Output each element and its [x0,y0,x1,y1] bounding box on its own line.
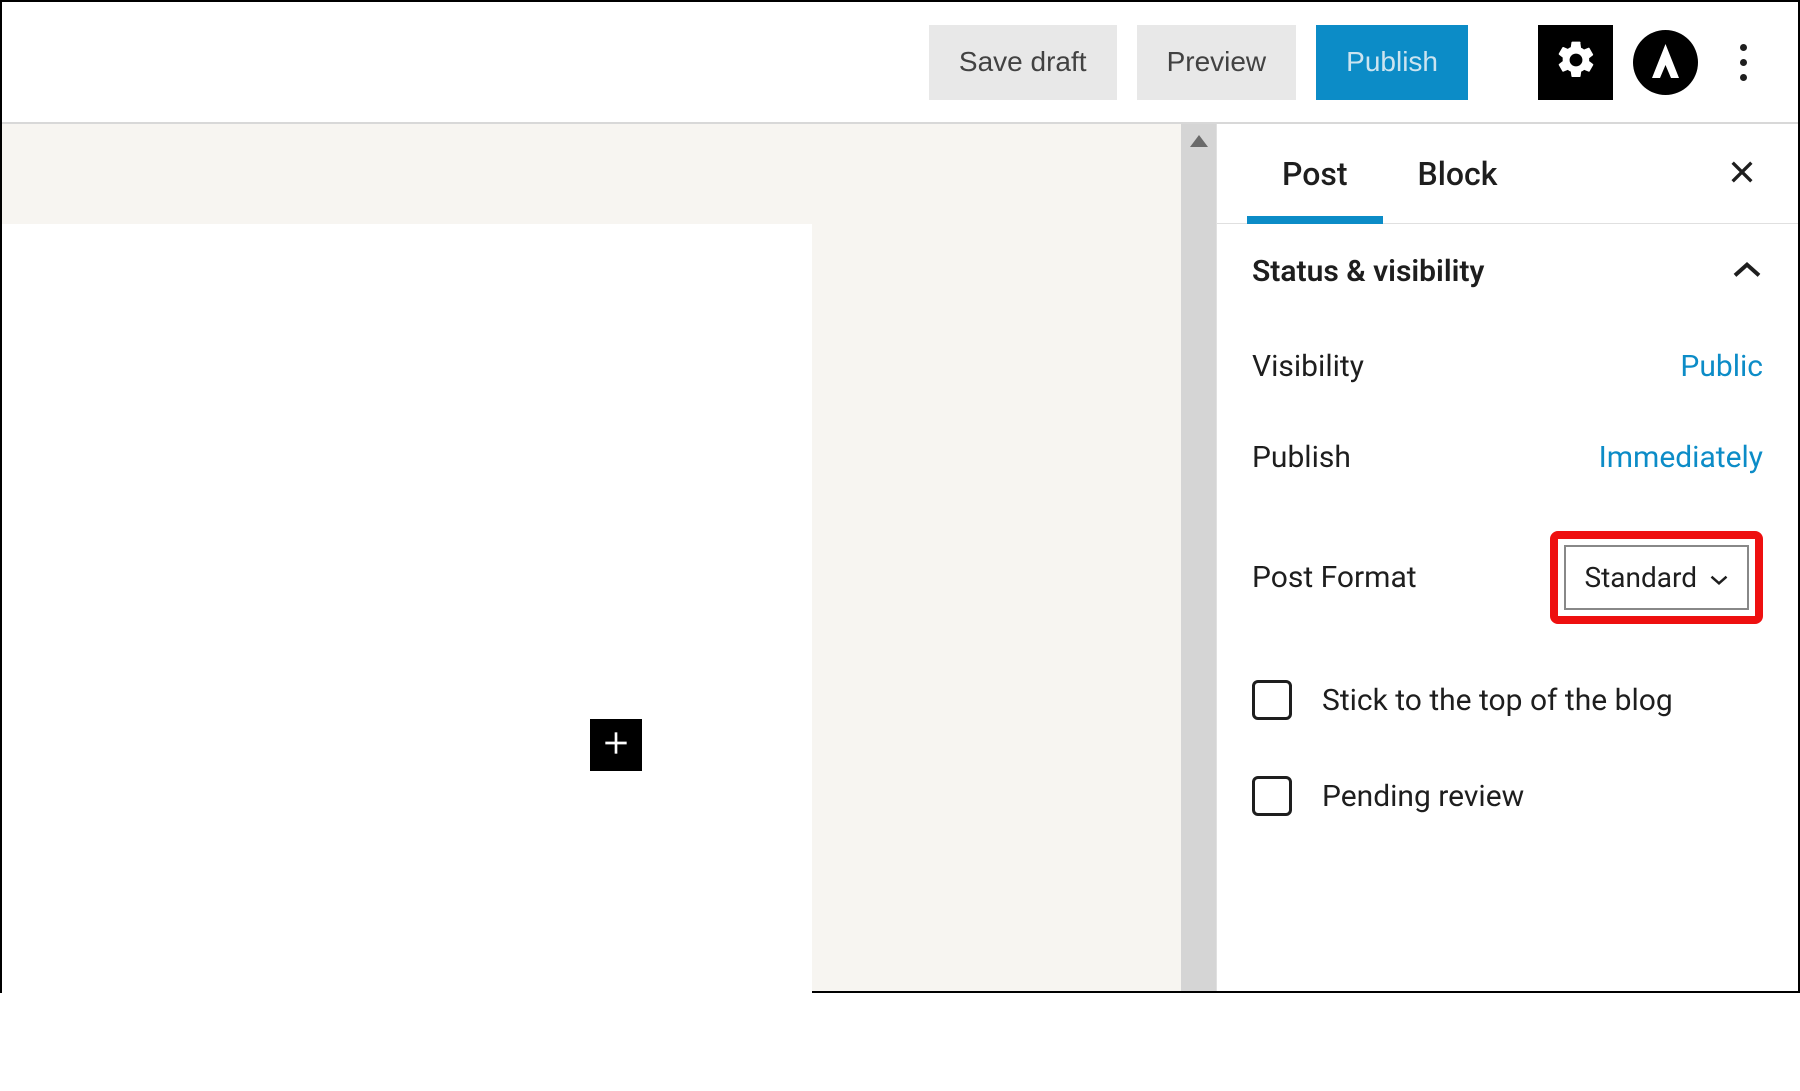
publish-row: Publish Immediately [1252,440,1763,475]
editor-canvas-container [2,124,1181,991]
publish-button[interactable]: Publish [1316,25,1468,100]
stick-top-row: Stick to the top of the blog [1252,680,1763,720]
editor-canvas[interactable] [2,224,812,1091]
settings-button[interactable] [1538,25,1613,100]
post-format-label: Post Format [1252,560,1417,595]
post-format-value: Standard [1584,561,1697,594]
post-format-select[interactable]: Standard [1564,545,1749,610]
visibility-value[interactable]: Public [1680,349,1763,384]
editor-area [2,124,1216,991]
pending-review-checkbox[interactable] [1252,776,1292,816]
post-format-row: Post Format Standard [1252,531,1763,624]
editor-scrollbar[interactable] [1181,124,1216,991]
visibility-label: Visibility [1252,349,1364,384]
close-icon [1726,173,1758,192]
astra-logo-icon [1633,80,1698,99]
settings-sidebar: Post Block Status & visibility Visibilit… [1216,124,1798,991]
status-visibility-title: Status & visibility [1252,254,1484,289]
status-visibility-header[interactable]: Status & visibility [1252,254,1763,289]
publish-label: Publish [1252,440,1351,475]
chevron-up-icon [1731,260,1763,284]
chevron-down-icon [1709,561,1729,594]
pending-review-row: Pending review [1252,776,1763,816]
save-draft-button[interactable]: Save draft [929,25,1117,100]
visibility-row: Visibility Public [1252,349,1763,384]
stick-top-label: Stick to the top of the blog [1322,683,1673,718]
gear-icon [1554,38,1598,86]
status-visibility-panel: Status & visibility Visibility Public Pu… [1217,224,1798,902]
editor-top-header: Save draft Preview Publish [2,2,1798,122]
more-vertical-icon [1740,44,1747,51]
publish-value[interactable]: Immediately [1599,440,1763,475]
plugin-logo-button[interactable] [1633,30,1698,95]
more-options-button[interactable] [1718,25,1768,100]
tab-post[interactable]: Post [1247,124,1383,223]
add-block-button[interactable] [590,719,642,771]
scroll-up-arrow-icon[interactable] [1190,132,1208,151]
main-area: Post Block Status & visibility Visibilit… [2,124,1798,991]
sidebar-tabs: Post Block [1217,124,1798,224]
preview-button[interactable]: Preview [1137,25,1297,100]
stick-top-checkbox[interactable] [1252,680,1292,720]
plus-icon [600,727,632,763]
tab-block[interactable]: Block [1383,124,1533,223]
post-format-highlight: Standard [1550,531,1763,624]
pending-review-label: Pending review [1322,779,1524,814]
close-sidebar-button[interactable] [1716,146,1768,202]
